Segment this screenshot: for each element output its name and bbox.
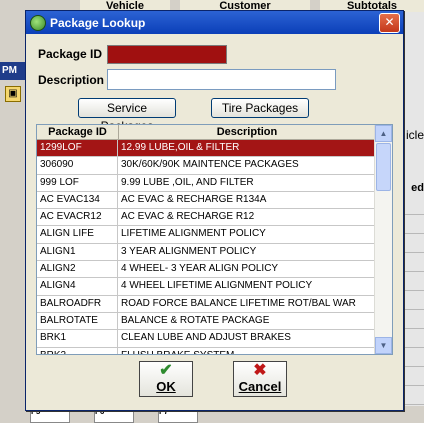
column-header-description[interactable]: Description bbox=[119, 125, 375, 139]
row-description: 30K/60K/90K MAINTENCE PACKAGES bbox=[121, 159, 299, 171]
column-header-package-id[interactable]: Package ID bbox=[37, 125, 119, 139]
x-icon: ✖ bbox=[253, 362, 267, 379]
scroll-thumb[interactable] bbox=[376, 143, 391, 191]
package-id-label: Package ID bbox=[38, 47, 103, 61]
description-label: Description bbox=[38, 73, 105, 87]
table-row[interactable]: 306090 30K/60K/90K MAINTENCE PACKAGES bbox=[37, 157, 392, 175]
row-package-id: BALROADFR bbox=[37, 295, 118, 312]
row-package-id: AC EVACR12 bbox=[37, 209, 118, 226]
row-package-id: 1299LOF bbox=[37, 140, 118, 157]
cancel-button[interactable]: ✖ Cancel bbox=[233, 361, 287, 397]
row-description: BALANCE & ROTATE PACKAGE bbox=[121, 314, 270, 326]
row-description: FLUSH BRAKE SYSTEM bbox=[118, 348, 374, 354]
table-row[interactable]: BRK2FLUSH BRAKE SYSTEM bbox=[37, 347, 392, 354]
title-bar: Package Lookup bbox=[26, 11, 403, 34]
table-row[interactable]: AC EVAC134 AC EVAC & RECHARGE R134A bbox=[37, 191, 392, 210]
row-description: AC EVAC & RECHARGE R12 bbox=[121, 211, 255, 223]
calendar-icon[interactable]: ▣ bbox=[5, 86, 21, 102]
row-package-id: ALIGN LIFE bbox=[37, 226, 118, 243]
row-package-id: 306090 bbox=[37, 157, 118, 174]
row-description: AC EVAC & RECHARGE R134A bbox=[121, 193, 267, 205]
row-description: CLEAN LUBE AND ADJUST BRAKES bbox=[121, 332, 291, 344]
list-header: Package ID Description bbox=[37, 125, 392, 140]
row-package-id: AC EVAC134 bbox=[37, 191, 118, 209]
row-package-id: BRK2 bbox=[37, 347, 118, 354]
ok-label: OK bbox=[156, 379, 176, 394]
row-description: ROAD FORCE BALANCE LIFETIME ROT/BAL WAR bbox=[121, 297, 356, 309]
table-row[interactable]: ALIGN1 3 YEAR ALIGNMENT POLICY bbox=[37, 243, 392, 262]
table-row[interactable]: AC EVACR12 AC EVAC & RECHARGE R12 bbox=[37, 209, 392, 227]
pm-indicator: PM bbox=[0, 62, 26, 80]
row-description: LIFETIME ALIGNMENT POLICY bbox=[121, 228, 266, 240]
table-row[interactable]: 999 LOF 9.99 LUBE ,OIL, AND FILTER bbox=[37, 174, 392, 192]
package-id-input[interactable] bbox=[107, 45, 227, 64]
table-row[interactable]: BALROADFR ROAD FORCE BALANCE LIFETIME ROT… bbox=[37, 295, 392, 313]
list-rows: 1299LOF 12.99 LUBE,OIL & FILTER 306090 30K/… bbox=[37, 140, 392, 354]
row-package-id: ALIGN4 bbox=[37, 278, 118, 295]
row-package-id: ALIGN1 bbox=[37, 243, 118, 261]
checkmark-icon: ✔ bbox=[159, 362, 173, 379]
row-description: 12.99 LUBE,OIL & FILTER bbox=[121, 142, 240, 153]
package-list[interactable]: Package ID Description 1299LOF 12.99 LUBE… bbox=[36, 124, 393, 355]
row-description: 3 YEAR ALIGNMENT POLICY bbox=[121, 245, 257, 257]
scroll-up-icon[interactable]: ▲ bbox=[375, 125, 392, 142]
cancel-label: Cancel bbox=[238, 379, 282, 394]
row-package-id: BALROTATE bbox=[37, 312, 118, 330]
row-description: 9.99 LUBE ,OIL, AND FILTER bbox=[121, 176, 254, 188]
table-row[interactable]: BALROTATE BALANCE & ROTATE PACKAGE bbox=[37, 312, 392, 331]
tire-packages-button[interactable]: Tire Packages bbox=[211, 98, 309, 118]
close-icon[interactable]: ✕ bbox=[379, 13, 400, 33]
description-input[interactable] bbox=[107, 69, 336, 90]
ok-button[interactable]: ✔ OK bbox=[139, 361, 193, 397]
row-description: 4 WHEEL LIFETIME ALIGNMENT POLICY bbox=[121, 280, 313, 292]
row-description: 4 WHEEL- 3 YEAR ALIGN POLICY bbox=[121, 263, 279, 275]
row-package-id: 999 LOF bbox=[37, 174, 118, 191]
service-packages-button[interactable]: Service Packages bbox=[78, 98, 176, 133]
table-row[interactable]: BRK1 CLEAN LUBE AND ADJUST BRAKES bbox=[37, 330, 392, 348]
row-package-id: BRK1 bbox=[37, 330, 118, 347]
scroll-down-icon[interactable]: ▼ bbox=[375, 337, 392, 354]
table-row[interactable]: 1299LOF 12.99 LUBE,OIL & FILTER bbox=[37, 140, 392, 158]
right-label-ed: ed bbox=[411, 182, 424, 194]
table-row[interactable]: ALIGN LIFE LIFETIME ALIGNMENT POLICY bbox=[37, 226, 392, 244]
app-icon bbox=[30, 14, 46, 31]
vertical-scrollbar[interactable]: ▲ ▼ bbox=[374, 125, 392, 354]
dialog-title: Package Lookup bbox=[50, 15, 146, 30]
right-rows bbox=[402, 196, 424, 405]
package-lookup-dialog: Package Lookup ✕ Package ID Description … bbox=[25, 10, 404, 411]
table-row[interactable]: ALIGN4 4 WHEEL LIFETIME ALIGNMENT POLICY bbox=[37, 278, 392, 296]
right-label-vehicle: icle bbox=[405, 128, 424, 142]
row-package-id: ALIGN2 bbox=[37, 261, 118, 278]
table-row[interactable]: ALIGN2 4 WHEEL- 3 YEAR ALIGN POLICY bbox=[37, 261, 392, 279]
